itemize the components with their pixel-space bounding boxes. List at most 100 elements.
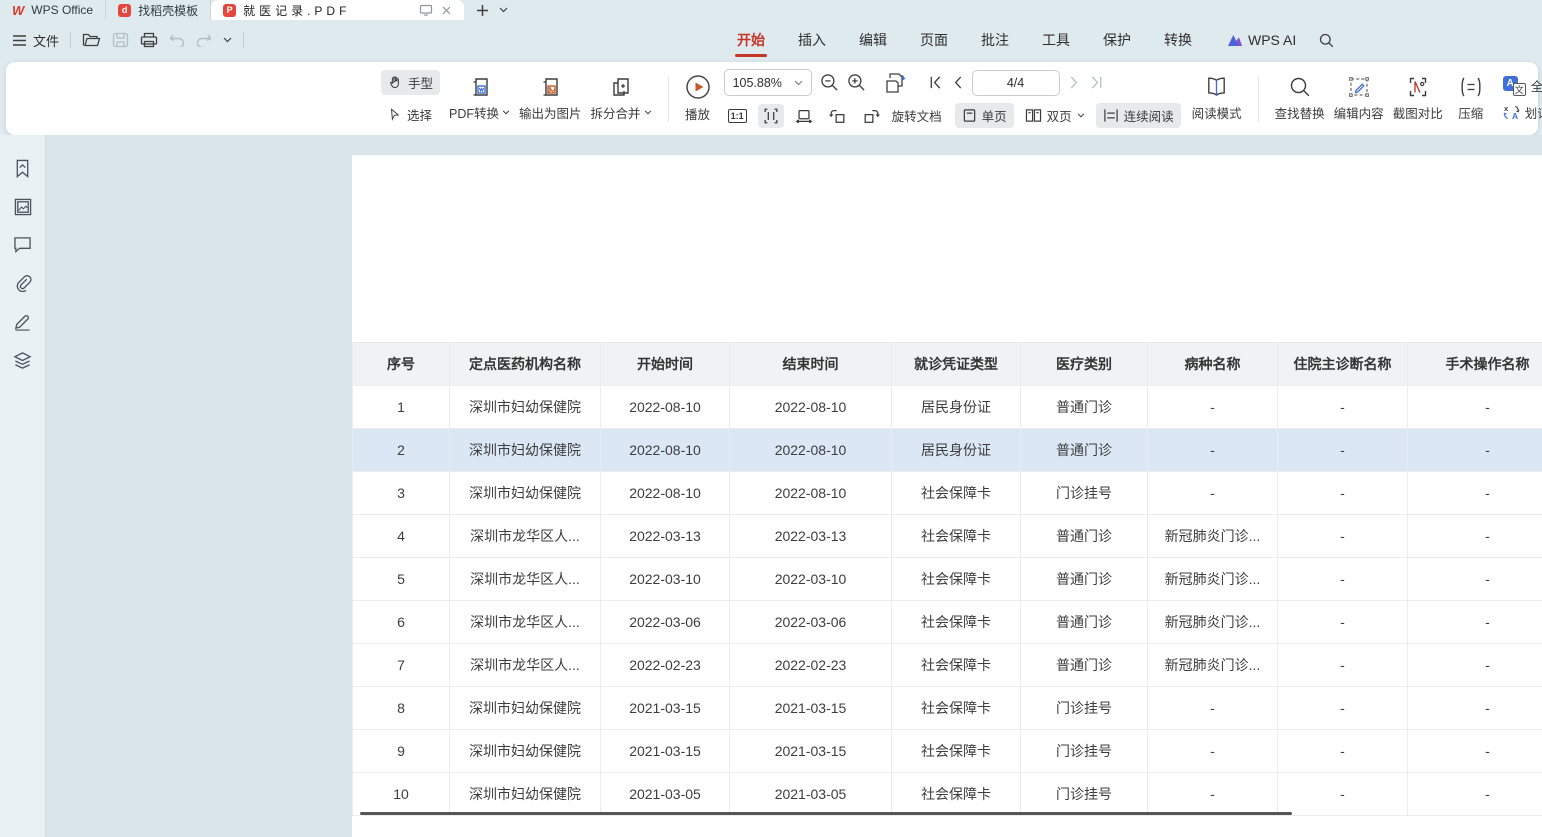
table-cell: 2022-03-06: [601, 601, 730, 643]
hand-tool-button[interactable]: 手型: [381, 70, 440, 95]
fit-width-button[interactable]: [758, 104, 784, 128]
ribbon-tab-home[interactable]: 开始: [735, 21, 767, 59]
table-cell: 深圳市龙华区人...: [450, 515, 601, 557]
new-tab-icon[interactable]: [476, 4, 489, 17]
tab-label: WPS Office: [31, 3, 93, 17]
table-cell: 新冠肺炎门诊...: [1148, 558, 1278, 600]
export-as-image-button[interactable]: 输出为图片: [519, 75, 582, 122]
wps-ai-button[interactable]: WPS AI: [1227, 32, 1296, 48]
table-cell: -: [1408, 601, 1542, 643]
play-button[interactable]: 播放: [685, 74, 711, 123]
bookmarks-icon[interactable]: [14, 159, 31, 178]
table-cell: 10: [353, 773, 450, 815]
horizontal-scrollbar[interactable]: [360, 812, 1292, 815]
ribbon-tab-protect[interactable]: 保护: [1101, 21, 1133, 59]
open-file-icon[interactable]: [82, 32, 101, 48]
thumbnails-icon[interactable]: [14, 198, 32, 216]
qat-chevron-down-icon[interactable]: [223, 37, 232, 43]
screenshot-compare-label: 截图对比: [1393, 103, 1443, 122]
page-indicator-input[interactable]: 4/4: [972, 70, 1060, 96]
table-cell: 普通门诊: [1021, 515, 1148, 557]
table-cell: -: [1278, 730, 1408, 772]
rotate-left-button[interactable]: [824, 104, 851, 128]
hamburger-menu-icon[interactable]: 文件: [12, 31, 59, 50]
rotate-right-button[interactable]: [858, 104, 885, 128]
close-tab-icon[interactable]: [441, 5, 452, 16]
zoom-out-button[interactable]: [820, 73, 839, 92]
table-header-cell: 定点医药机构名称: [450, 343, 601, 385]
table-cell: 2022-03-13: [730, 515, 892, 557]
ribbon-tab-page[interactable]: 页面: [918, 21, 950, 59]
continuous-read-button[interactable]: 连续阅读: [1096, 103, 1181, 128]
compress-icon: [1458, 75, 1484, 99]
table-cell: 9: [353, 730, 450, 772]
previous-page-button[interactable]: [951, 75, 964, 90]
wps-ai-label: WPS AI: [1248, 32, 1296, 48]
tab-list-chevron-icon[interactable]: [499, 7, 508, 13]
full-text-translate-button[interactable]: A文 全文翻译: [1503, 76, 1542, 96]
split-merge-button[interactable]: 拆分合并: [591, 75, 652, 122]
wps-ai-logo-icon: [1227, 34, 1243, 47]
next-page-button[interactable]: [1068, 75, 1081, 90]
rotate-document-label[interactable]: 旋转文档: [892, 106, 942, 125]
ribbon-search-icon[interactable]: [1319, 33, 1334, 48]
word-translate-icon: x A: [1503, 104, 1520, 121]
save-icon[interactable]: [112, 32, 129, 48]
undo-icon[interactable]: [169, 33, 185, 47]
table-cell: 1: [353, 386, 450, 428]
ribbon-tab-tools[interactable]: 工具: [1040, 21, 1072, 59]
ribbon-tabs: 开始 插入 编辑 页面 批注 工具 保护 转换 WPS AI: [735, 20, 1334, 60]
read-mode-button[interactable]: 阅读模式: [1192, 75, 1242, 122]
pdf-convert-icon: [468, 75, 492, 99]
double-page-button[interactable]: 双页: [1025, 106, 1085, 125]
present-to-screen-icon[interactable]: [419, 4, 433, 16]
table-cell: 2: [353, 429, 450, 471]
find-replace-button[interactable]: 查找替换: [1275, 75, 1325, 122]
comments-icon[interactable]: [13, 236, 32, 253]
table-cell: -: [1278, 429, 1408, 471]
pdf-page[interactable]: 序号 定点医药机构名称 开始时间 结束时间 就诊凭证类型 医疗类别 病种名称 住…: [352, 155, 1542, 837]
table-cell: -: [1408, 515, 1542, 557]
chevron-down-icon: [1077, 113, 1085, 118]
tab-document-pdf[interactable]: P 就医记录.PDF: [211, 0, 464, 20]
table-cell: 2022-03-10: [601, 558, 730, 600]
fit-page-button[interactable]: [791, 104, 817, 128]
tab-docer-templates[interactable]: d 找稻壳模板: [106, 0, 211, 20]
refresh-pages-button[interactable]: [884, 72, 908, 94]
ribbon-tab-insert[interactable]: 插入: [796, 21, 828, 59]
table-cell: -: [1148, 730, 1278, 772]
compress-button[interactable]: 压缩: [1452, 75, 1490, 122]
medical-records-table: 序号 定点医药机构名称 开始时间 结束时间 就诊凭证类型 医疗类别 病种名称 住…: [352, 342, 1542, 816]
print-icon[interactable]: [140, 32, 158, 48]
export-image-icon: [538, 75, 562, 99]
ribbon-tab-edit[interactable]: 编辑: [857, 21, 889, 59]
table-row: 9深圳市妇幼保健院2021-03-152021-03-15社会保障卡门诊挂号--…: [352, 730, 1542, 773]
table-cell: 普通门诊: [1021, 601, 1148, 643]
table-cell: 2021-03-15: [730, 687, 892, 729]
redo-icon[interactable]: [196, 33, 212, 47]
screenshot-compare-button[interactable]: 截图对比: [1393, 75, 1443, 122]
table-row: 4深圳市龙华区人...2022-03-132022-03-13社会保障卡普通门诊…: [352, 515, 1542, 558]
select-tool-button[interactable]: 选择: [381, 102, 440, 127]
zoom-in-button[interactable]: [847, 73, 866, 92]
ribbon-tab-convert[interactable]: 转换: [1162, 21, 1194, 59]
first-page-button[interactable]: [928, 75, 943, 90]
table-cell: 深圳市妇幼保健院: [450, 429, 601, 471]
zoom-level-select[interactable]: 105.88%: [724, 69, 812, 96]
tab-wps-office[interactable]: W WPS Office: [0, 0, 106, 20]
ribbon-tab-comment[interactable]: 批注: [979, 21, 1011, 59]
table-header-cell: 结束时间: [730, 343, 892, 385]
word-translate-button[interactable]: x A 划词翻译: [1503, 103, 1542, 122]
table-cell: 4: [353, 515, 450, 557]
edit-content-button[interactable]: 编辑内容: [1334, 75, 1384, 122]
last-page-button[interactable]: [1089, 75, 1104, 90]
single-page-button[interactable]: 单页: [955, 103, 1014, 128]
table-cell: 5: [353, 558, 450, 600]
signature-icon[interactable]: [13, 312, 32, 331]
pdf-convert-button[interactable]: PDF转换: [449, 75, 510, 122]
attachment-icon[interactable]: [13, 273, 32, 292]
layers-icon[interactable]: [13, 351, 32, 370]
table-cell: -: [1148, 687, 1278, 729]
pdf-file-icon: P: [223, 4, 236, 17]
actual-size-button[interactable]: 1:1: [724, 106, 751, 126]
